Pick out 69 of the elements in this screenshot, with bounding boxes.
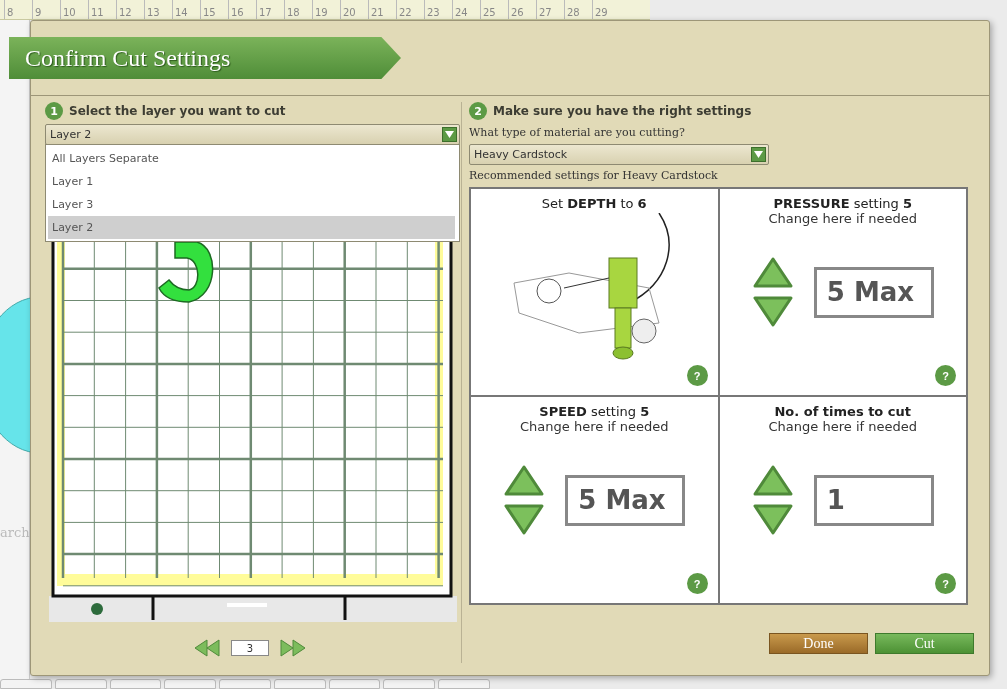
value-field[interactable]: 5 Max (565, 474, 686, 526)
material-select[interactable]: Heavy Cardstock (469, 144, 769, 165)
step-badge: 1 (45, 102, 63, 120)
ruler-label: 18 (284, 0, 312, 19)
ruler-label: 20 (340, 0, 368, 19)
toolbar-tab[interactable] (219, 679, 271, 689)
increase-button[interactable] (751, 464, 794, 498)
caret-icon (751, 147, 766, 162)
toolbar-tab[interactable] (0, 679, 52, 689)
page-field[interactable]: 3 (231, 640, 269, 656)
decrease-button[interactable] (503, 502, 546, 536)
card-title: PRESSURE setting 5 (773, 196, 912, 211)
ruler-label: 27 (536, 0, 564, 19)
down-arrow-icon (751, 294, 794, 328)
card-title: No. of times to cut (774, 404, 911, 419)
ruler-label: 23 (424, 0, 452, 19)
down-arrow-icon (751, 502, 794, 536)
up-arrow-icon (751, 464, 794, 498)
ruler-label: 15 (200, 0, 228, 19)
material-question: What type of material are you cutting? (469, 126, 686, 139)
decrease-button[interactable] (751, 502, 794, 536)
ruler-label: 11 (88, 0, 116, 19)
ruler-label: 19 (312, 0, 340, 19)
ruler-label: 14 (172, 0, 200, 19)
ruler-label: 8 (4, 0, 32, 19)
value-field[interactable]: 5 Max (813, 266, 934, 318)
dialog-title: Confirm Cut Settings (9, 37, 401, 79)
ruler-label: 13 (144, 0, 172, 19)
card-subtitle: Change here if needed (768, 211, 917, 226)
ruler-label: 21 (368, 0, 396, 19)
value-field[interactable]: 1 (813, 474, 934, 526)
toolbar-tab[interactable] (438, 679, 491, 689)
search-label: arch (0, 525, 29, 540)
toolbar-tab[interactable] (54, 679, 107, 689)
recommended-label: Recommended settings for Heavy Cardstock (469, 169, 719, 182)
ruler-label: 26 (508, 0, 536, 19)
layer-select[interactable]: Layer 2 (45, 124, 460, 145)
caret-icon (442, 127, 457, 142)
ruler-label: 17 (256, 0, 284, 19)
ruler-label: 22 (396, 0, 424, 19)
card-subtitle: Change here if needed (520, 419, 669, 434)
ruler-label: 24 (452, 0, 480, 19)
down-arrow-icon (503, 502, 546, 536)
ruler-label: 9 (32, 0, 60, 19)
toolbar-tab[interactable] (164, 679, 217, 689)
increase-button[interactable] (751, 256, 794, 290)
card-subtitle: Change here if needed (768, 419, 917, 434)
toolbar-tab[interactable] (109, 679, 162, 689)
ruler-label: 29 (592, 0, 620, 19)
step-heading: Select the layer you want to cut (69, 104, 286, 118)
decrease-button[interactable] (751, 294, 794, 328)
increase-button[interactable] (503, 464, 546, 498)
double-left-arrow-icon[interactable] (193, 638, 221, 658)
ruler-label: 12 (116, 0, 144, 19)
double-right-arrow-icon[interactable] (279, 638, 307, 658)
toolbar-tab[interactable] (383, 679, 436, 689)
ruler-label: 28 (564, 0, 592, 19)
step-badge: 2 (469, 102, 487, 120)
layer-option[interactable]: Layer 2 (48, 216, 455, 239)
up-arrow-icon (751, 256, 794, 290)
ruler-label: 16 (228, 0, 256, 19)
ruler-label: 25 (480, 0, 508, 19)
toolbar-tab[interactable] (273, 679, 326, 689)
step-heading: Make sure you have the right settings (493, 104, 752, 118)
ruler-label: 10 (60, 0, 88, 19)
card-title: Set DEPTH to 6 (541, 196, 647, 211)
up-arrow-icon (503, 464, 546, 498)
card-title: SPEED setting 5 (539, 404, 650, 419)
toolbar-tab[interactable] (328, 679, 381, 689)
